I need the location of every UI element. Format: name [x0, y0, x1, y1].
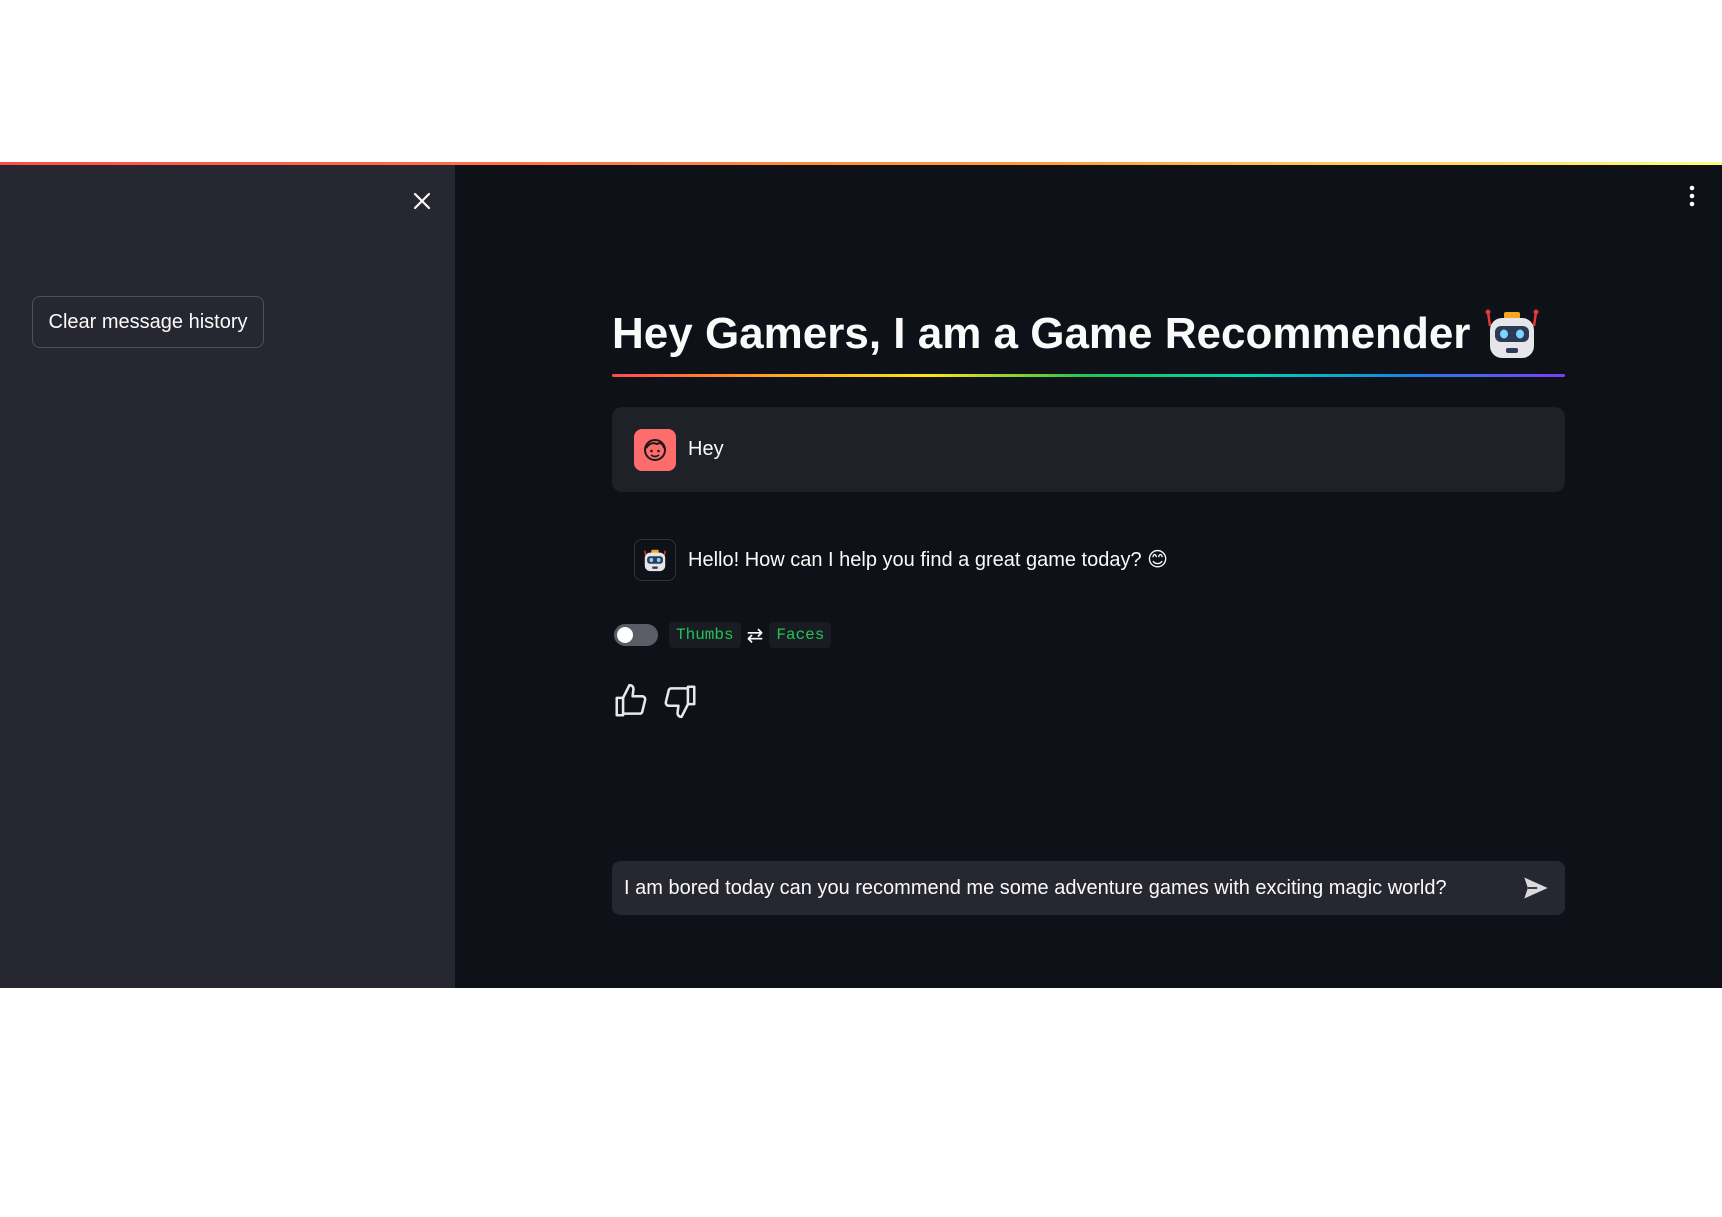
- app-window: Clear message history Hey Gamers, I am a…: [0, 162, 1722, 988]
- robot-icon: [1484, 306, 1540, 362]
- feedback-buttons: [612, 682, 710, 720]
- thumbs-up-icon[interactable]: [612, 682, 650, 720]
- message-text: Hello! How can I help you find a great g…: [688, 549, 1169, 571]
- kebab-menu-icon[interactable]: [1680, 182, 1704, 210]
- page-header: Hey Gamers, I am a Game Recommender: [612, 302, 1565, 377]
- chat-message-assistant: Hello! How can I help you find a great g…: [612, 517, 1565, 602]
- send-icon[interactable]: [1519, 871, 1553, 905]
- faces-label: Faces: [769, 622, 832, 648]
- chat-message-user: Hey: [612, 407, 1565, 492]
- close-icon[interactable]: [408, 187, 436, 215]
- chat-input-value[interactable]: I am bored today can you recommend me so…: [624, 877, 1519, 900]
- feedback-style-toggle[interactable]: [614, 624, 658, 646]
- message-text: Hey: [688, 438, 724, 460]
- swap-arrows-icon: ⇄: [746, 623, 764, 647]
- chat-input[interactable]: I am bored today can you recommend me so…: [612, 861, 1565, 915]
- title-divider: [612, 374, 1565, 377]
- toggle-knob: [617, 627, 633, 643]
- robot-icon: [634, 538, 676, 581]
- sidebar: Clear message history: [0, 165, 455, 988]
- user-face-icon: [634, 428, 676, 471]
- page-title-text: Hey Gamers, I am a Game Recommender: [612, 309, 1471, 358]
- thumbs-label: Thumbs: [669, 622, 741, 648]
- clear-history-button[interactable]: Clear message history: [32, 296, 264, 348]
- feedback-style-toggle-row: Thumbs ⇄ Faces: [614, 620, 832, 650]
- thumbs-down-icon[interactable]: [661, 682, 699, 720]
- page-title: Hey Gamers, I am a Game Recommender: [612, 302, 1565, 366]
